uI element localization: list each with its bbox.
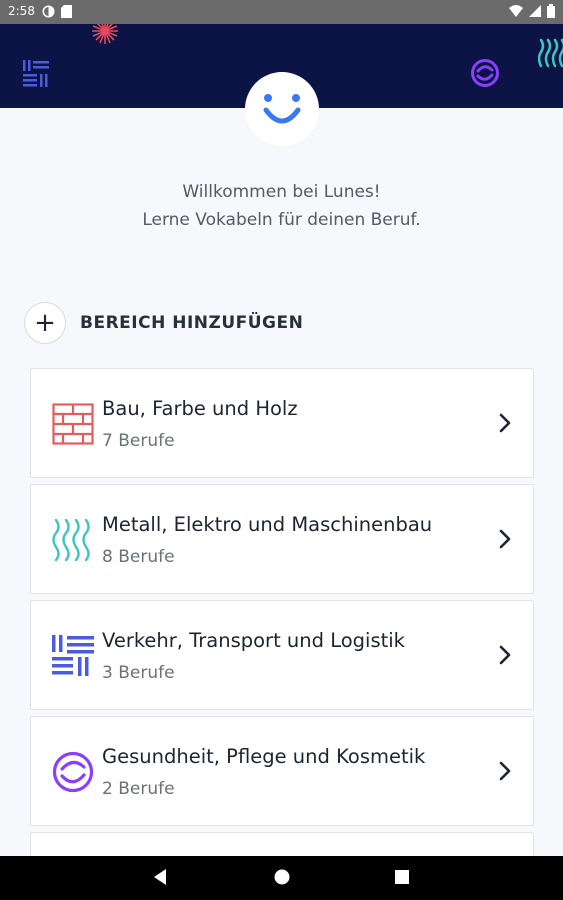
- transport-lines-icon[interactable]: [23, 60, 51, 88]
- status-bar: 2:58: [0, 0, 563, 24]
- brick-wall-icon: [52, 403, 94, 445]
- sd-card-icon: [61, 5, 72, 18]
- discipline-card-bau[interactable]: Bau, Farbe und Holz 7 Berufe: [30, 368, 534, 478]
- battery-icon: [547, 4, 555, 18]
- recents-icon[interactable]: [394, 868, 410, 886]
- add-discipline-label[interactable]: BEREICH HINZUFÜGEN: [80, 313, 303, 333]
- discipline-card-metall[interactable]: Metall, Elektro und Maschinenbau 8 Beruf…: [30, 484, 534, 594]
- system-nav-bar: [0, 856, 563, 900]
- discipline-count: 2 Berufe: [102, 779, 175, 799]
- add-discipline-button[interactable]: + BEREICH HINZUFÜGEN: [24, 302, 303, 344]
- signal-icon: [529, 5, 541, 17]
- wifi-icon: [509, 5, 523, 17]
- discipline-count: 8 Berufe: [102, 547, 175, 567]
- chevron-right-icon: [499, 761, 511, 781]
- welcome-line-1: Willkommen bei Lunes!: [182, 182, 381, 202]
- status-right-icons: [509, 4, 555, 18]
- home-icon[interactable]: [273, 868, 291, 886]
- discipline-card-gesundheit[interactable]: Gesundheit, Pflege und Kosmetik 2 Berufe: [30, 716, 534, 826]
- back-icon[interactable]: [152, 868, 168, 886]
- welcome-line-2: Lerne Vokabeln für deinen Beruf.: [142, 210, 421, 230]
- discipline-title: Metall, Elektro und Maschinenbau: [102, 513, 433, 536]
- chevron-right-icon: [499, 529, 511, 549]
- status-time: 2:58: [8, 4, 35, 18]
- discipline-card-verkehr[interactable]: Verkehr, Transport und Logistik 3 Berufe: [30, 600, 534, 710]
- health-swirl-icon[interactable]: [471, 59, 499, 87]
- discipline-count: 3 Berufe: [102, 663, 175, 683]
- plus-icon[interactable]: +: [24, 302, 66, 344]
- discipline-title: Gesundheit, Pflege und Kosmetik: [102, 745, 426, 768]
- discipline-count: 7 Berufe: [102, 431, 175, 451]
- chevron-right-icon: [499, 645, 511, 665]
- smiley-logo-icon: [263, 94, 301, 124]
- wave-lines-icon: [52, 519, 90, 561]
- discipline-title: Verkehr, Transport und Logistik: [102, 629, 405, 652]
- app-logo: [245, 72, 319, 146]
- status-left-icons: [42, 5, 72, 18]
- burst-decoration-icon: [92, 24, 118, 44]
- chevron-right-icon: [499, 413, 511, 433]
- discipline-title: Bau, Farbe und Holz: [102, 397, 298, 420]
- notification-icon: [42, 5, 55, 18]
- health-swirl-icon: [52, 751, 94, 793]
- transport-lines-icon: [52, 635, 94, 676]
- welcome-text: Willkommen bei Lunes! Lerne Vokabeln für…: [0, 178, 563, 234]
- wave-lines-icon: [538, 38, 563, 68]
